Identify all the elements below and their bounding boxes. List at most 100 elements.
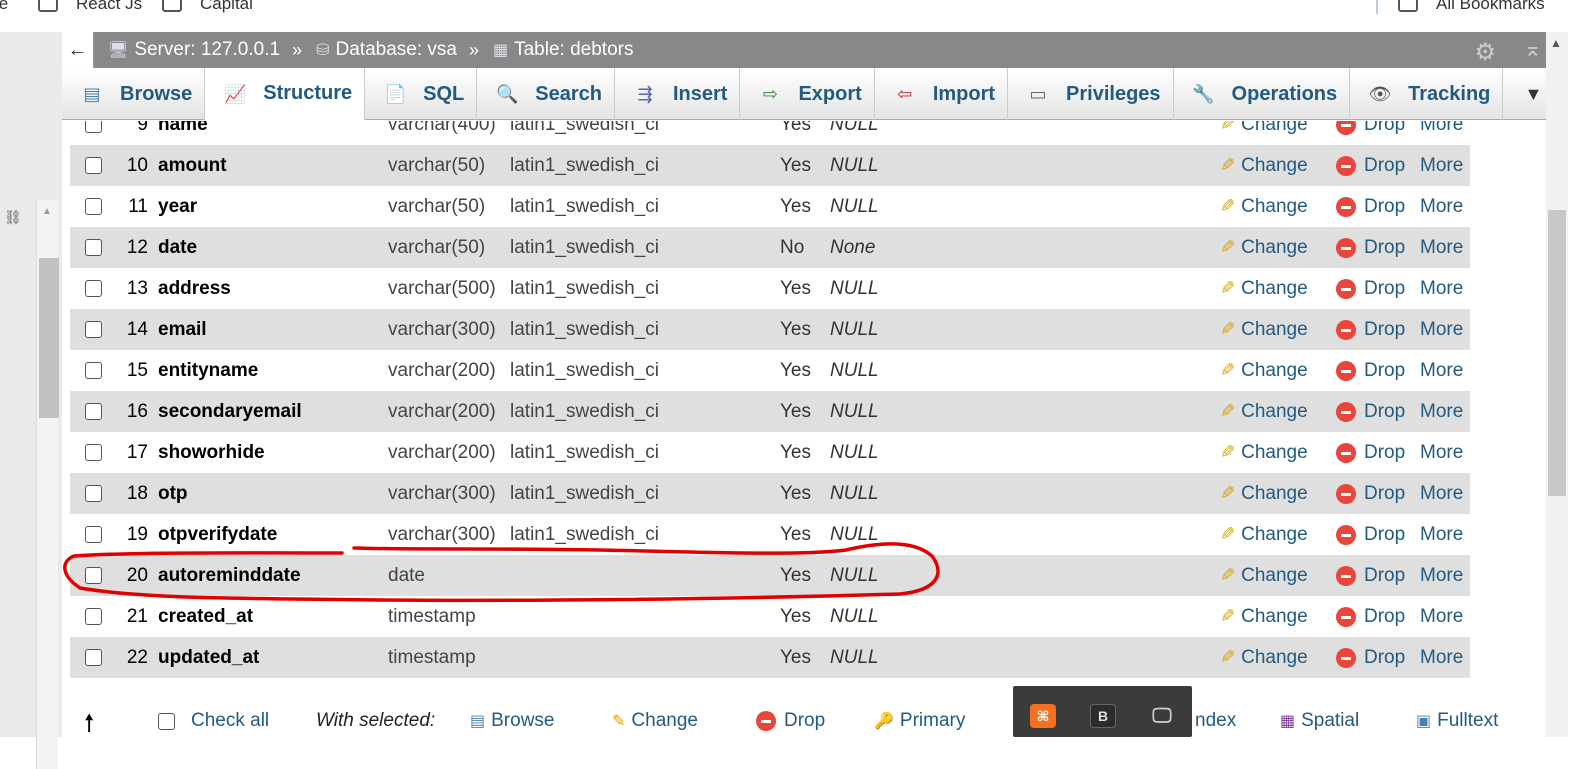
row-checkbox[interactable] bbox=[85, 444, 102, 461]
more-button[interactable]: More bbox=[1420, 647, 1463, 669]
window-edge bbox=[1568, 0, 1580, 737]
navigation-scrollbar-thumb[interactable] bbox=[39, 258, 59, 418]
more-button[interactable]: More bbox=[1420, 155, 1463, 177]
tab-search[interactable]: 🔍 Search bbox=[477, 68, 615, 120]
bookmark-react-js[interactable]: React Js bbox=[38, 0, 142, 14]
bulk-change-button[interactable]: ✎ Change bbox=[612, 710, 698, 732]
more-button[interactable]: More bbox=[1420, 524, 1463, 546]
bulk-fulltext-button[interactable]: ▣ Fulltext bbox=[1416, 710, 1498, 732]
drop-button[interactable]: Drop bbox=[1336, 196, 1405, 218]
tab-structure[interactable]: 📈 Structure bbox=[205, 68, 366, 120]
tab-export[interactable]: ⇨ Export bbox=[740, 68, 875, 120]
tab-browse[interactable]: ▤ Browse bbox=[62, 68, 206, 120]
bulk-primary-button[interactable]: 🔑 Primary bbox=[874, 710, 965, 732]
check-all-checkbox[interactable] bbox=[158, 712, 175, 730]
breadcrumb-database[interactable]: ⛁ Database: vsa bbox=[316, 39, 457, 61]
more-button[interactable]: More bbox=[1420, 442, 1463, 464]
change-button[interactable]: ✎ Change bbox=[1220, 483, 1308, 505]
check-all[interactable]: Check all bbox=[158, 710, 269, 732]
more-button[interactable]: More bbox=[1420, 121, 1463, 136]
all-bookmarks[interactable]: All Bookmarks bbox=[1398, 0, 1545, 14]
row-checkbox[interactable] bbox=[85, 485, 102, 502]
more-button[interactable]: More bbox=[1420, 278, 1463, 300]
tab-insert[interactable]: ⇶ Insert bbox=[615, 68, 741, 120]
main-scrollbar[interactable]: ▲ bbox=[1546, 32, 1568, 737]
row-checkbox[interactable] bbox=[85, 526, 102, 543]
drop-button[interactable]: Drop bbox=[1336, 121, 1405, 136]
more-button[interactable]: More bbox=[1420, 237, 1463, 259]
more-button[interactable]: More bbox=[1420, 319, 1463, 341]
drop-button[interactable]: Drop bbox=[1336, 278, 1405, 300]
bulk-browse-button[interactable]: ▤ Browse bbox=[470, 710, 554, 732]
drop-button[interactable]: Drop bbox=[1336, 401, 1405, 423]
row-checkbox[interactable] bbox=[85, 403, 102, 420]
drop-button[interactable]: Drop bbox=[1336, 565, 1405, 587]
bulk-spatial-button[interactable]: ▦ Spatial bbox=[1280, 710, 1359, 732]
bulk-drop-button[interactable]: Drop bbox=[756, 710, 825, 732]
row-checkbox[interactable] bbox=[85, 321, 102, 338]
change-button[interactable]: ✎ Change bbox=[1220, 196, 1308, 218]
more-button[interactable]: More bbox=[1420, 401, 1463, 423]
tab-operations[interactable]: 🔧 Operations bbox=[1174, 68, 1351, 120]
bookmark-capital[interactable]: Capital bbox=[162, 0, 253, 14]
tab-import[interactable]: ⇦ Import bbox=[875, 68, 1009, 120]
more-button[interactable]: More bbox=[1420, 196, 1463, 218]
column-default: NULL bbox=[830, 195, 879, 217]
row-checkbox[interactable] bbox=[85, 567, 102, 584]
row-checkbox[interactable] bbox=[85, 121, 102, 133]
server-icon: 🖥 bbox=[108, 42, 129, 59]
drop-button[interactable]: Drop bbox=[1336, 442, 1405, 464]
breadcrumb-table[interactable]: ▦ Table: debtors bbox=[493, 39, 633, 61]
change-button[interactable]: ✎ Change bbox=[1220, 565, 1308, 587]
table-row: 15 entityname varchar(200) latin1_swedish_c… bbox=[70, 350, 1470, 391]
more-button[interactable]: More bbox=[1420, 360, 1463, 382]
monitor-icon[interactable]: 🖵 bbox=[1149, 704, 1175, 728]
change-button[interactable]: ✎ Change bbox=[1220, 155, 1308, 177]
tab-privileges[interactable]: ▭ Privileges bbox=[1008, 68, 1174, 120]
breadcrumb-server[interactable]: 🖥 Server: 127.0.0.1 bbox=[108, 39, 280, 61]
drop-button[interactable]: Drop bbox=[1336, 319, 1405, 341]
link-icon[interactable]: ⛓ bbox=[4, 209, 24, 225]
change-button[interactable]: ✎ Change bbox=[1220, 121, 1308, 136]
gear-icon[interactable]: ⚙ bbox=[1474, 38, 1496, 67]
column-number: 15 bbox=[126, 359, 148, 381]
tab-sql[interactable]: 📄 SQL bbox=[365, 68, 478, 120]
change-button[interactable]: ✎ Change bbox=[1220, 237, 1308, 259]
more-button[interactable]: More bbox=[1420, 606, 1463, 628]
change-button[interactable]: ✎ Change bbox=[1220, 401, 1308, 423]
drop-button[interactable]: Drop bbox=[1336, 360, 1405, 382]
change-button[interactable]: ✎ Change bbox=[1220, 442, 1308, 464]
change-button[interactable]: ✎ Change bbox=[1220, 319, 1308, 341]
bulk-index-button[interactable]: ndex bbox=[1195, 710, 1236, 732]
drop-button[interactable]: Drop bbox=[1336, 647, 1405, 669]
drop-button[interactable]: Drop bbox=[1336, 237, 1405, 259]
drop-button[interactable]: Drop bbox=[1336, 155, 1405, 177]
bookmark-partial[interactable]: te bbox=[0, 0, 8, 14]
row-checkbox[interactable] bbox=[85, 198, 102, 215]
change-button[interactable]: ✎ Change bbox=[1220, 606, 1308, 628]
row-checkbox[interactable] bbox=[85, 280, 102, 297]
change-button[interactable]: ✎ Change bbox=[1220, 647, 1308, 669]
scroll-up-arrow-icon[interactable]: ▲ bbox=[42, 206, 52, 217]
drop-button[interactable]: Drop bbox=[1336, 483, 1405, 505]
change-button[interactable]: ✎ Change bbox=[1220, 360, 1308, 382]
tab-tracking[interactable]: 👁 Tracking bbox=[1350, 68, 1504, 120]
row-checkbox[interactable] bbox=[85, 649, 102, 666]
row-checkbox[interactable] bbox=[85, 239, 102, 256]
more-button[interactable]: More bbox=[1420, 565, 1463, 587]
change-button[interactable]: ✎ Change bbox=[1220, 524, 1308, 546]
bootstrap-studio-icon[interactable]: B bbox=[1090, 704, 1116, 728]
main-scrollbar-thumb[interactable] bbox=[1548, 210, 1566, 496]
more-button[interactable]: More bbox=[1420, 483, 1463, 505]
row-checkbox[interactable] bbox=[85, 608, 102, 625]
collapse-icon[interactable]: ⌅ bbox=[1524, 36, 1542, 62]
navigation-scrollbar[interactable]: ▲ bbox=[36, 200, 59, 769]
row-checkbox[interactable] bbox=[85, 362, 102, 379]
back-arrow-icon[interactable]: ← bbox=[62, 32, 94, 68]
scroll-up-arrow-icon[interactable]: ▲ bbox=[1550, 36, 1562, 50]
xampp-icon[interactable]: ⌘ bbox=[1030, 704, 1056, 728]
drop-button[interactable]: Drop bbox=[1336, 524, 1405, 546]
row-checkbox[interactable] bbox=[85, 157, 102, 174]
drop-button[interactable]: Drop bbox=[1336, 606, 1405, 628]
change-button[interactable]: ✎ Change bbox=[1220, 278, 1308, 300]
